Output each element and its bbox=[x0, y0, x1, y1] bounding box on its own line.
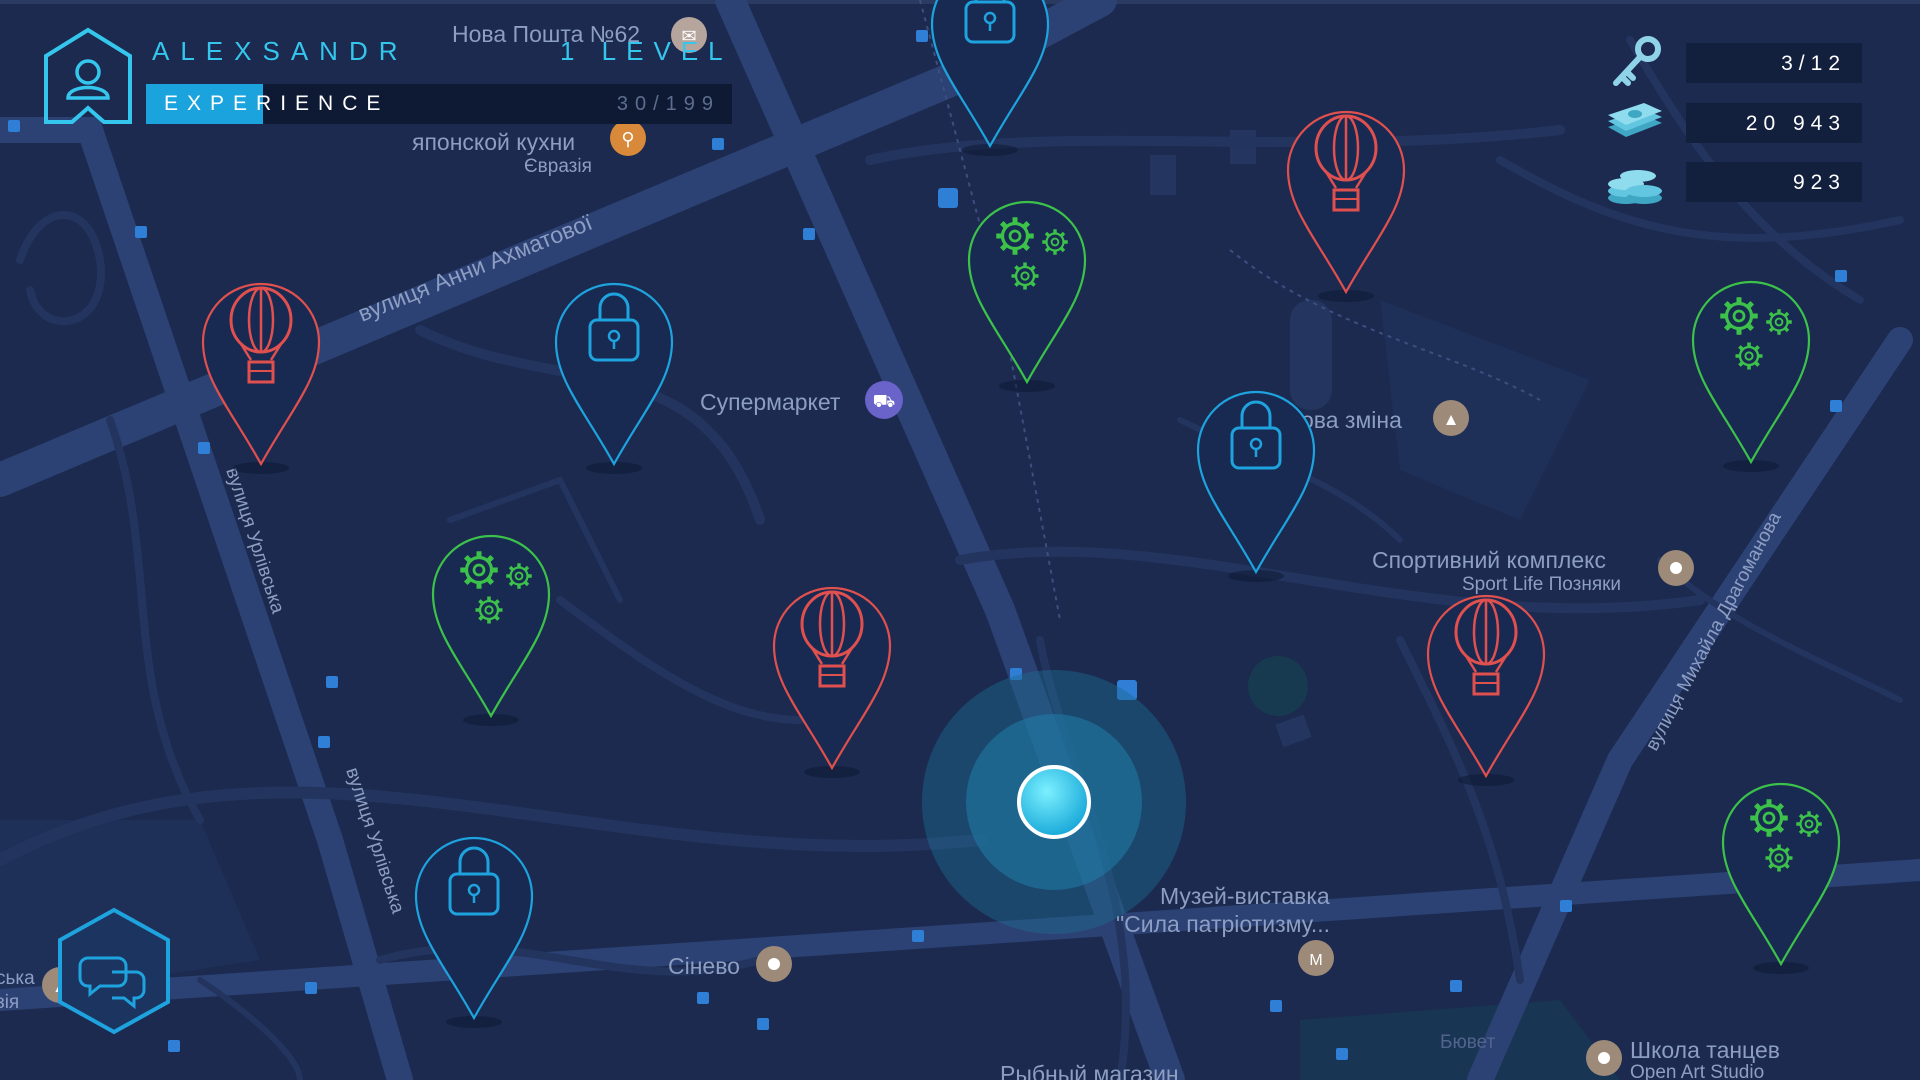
key-icon bbox=[1613, 36, 1661, 86]
user-icon bbox=[44, 27, 132, 124]
coins-icon bbox=[1608, 170, 1662, 204]
keys-counter: 3/12 bbox=[1613, 36, 1862, 86]
svg-text:M: M bbox=[1309, 952, 1322, 969]
label-museum-1: Музей-виставка bbox=[1160, 883, 1330, 909]
label-sport-life: Sport Life Позняки bbox=[1462, 574, 1621, 595]
player-dot bbox=[1017, 765, 1091, 839]
label-supermarket: Супермаркет bbox=[700, 389, 841, 415]
label-restaurant: японской кухни bbox=[412, 129, 575, 155]
experience-label: EXPERIENCE bbox=[164, 92, 390, 115]
coins-counter: 923 bbox=[1608, 162, 1862, 204]
player-level: 1 LEVEL bbox=[560, 36, 733, 66]
keys-value: 3/12 bbox=[1781, 52, 1846, 75]
cash-counter: 20 943 bbox=[1608, 103, 1862, 143]
label-open-art: Open Art Studio bbox=[1630, 1062, 1764, 1080]
label-left-edge-2: зія bbox=[0, 992, 19, 1013]
cash-value: 20 943 bbox=[1745, 112, 1846, 135]
label-museum-2: "Сила патріотизму... bbox=[1116, 911, 1330, 937]
player-name: ALEXSANDR bbox=[152, 36, 409, 66]
label-eurasia: Євразія bbox=[524, 156, 592, 177]
chat-button[interactable] bbox=[54, 906, 174, 1036]
svg-text:▲: ▲ bbox=[1443, 410, 1460, 429]
label-buvet: Бювет bbox=[1440, 1032, 1496, 1053]
player-avatar-button[interactable] bbox=[42, 26, 134, 128]
svg-text:⛟: ⛟ bbox=[873, 391, 896, 411]
label-dance-school: Школа танцев bbox=[1630, 1037, 1780, 1063]
label-sineva: Сінево bbox=[668, 953, 740, 979]
label-fish-shop: Рыбный магазин bbox=[1000, 1061, 1179, 1080]
chat-icon bbox=[58, 907, 170, 1035]
player-location bbox=[922, 670, 1186, 934]
experience-bar: EXPERIENCE 30/199 bbox=[146, 84, 732, 124]
label-left-edge-1: ська bbox=[0, 968, 35, 989]
coins-value: 923 bbox=[1792, 171, 1846, 194]
experience-value: 30/199 bbox=[616, 93, 720, 115]
banknotes-icon bbox=[1608, 103, 1662, 137]
label-sport-complex: Спортивний комплекс bbox=[1372, 547, 1606, 573]
svg-text:⚲: ⚲ bbox=[621, 129, 634, 149]
